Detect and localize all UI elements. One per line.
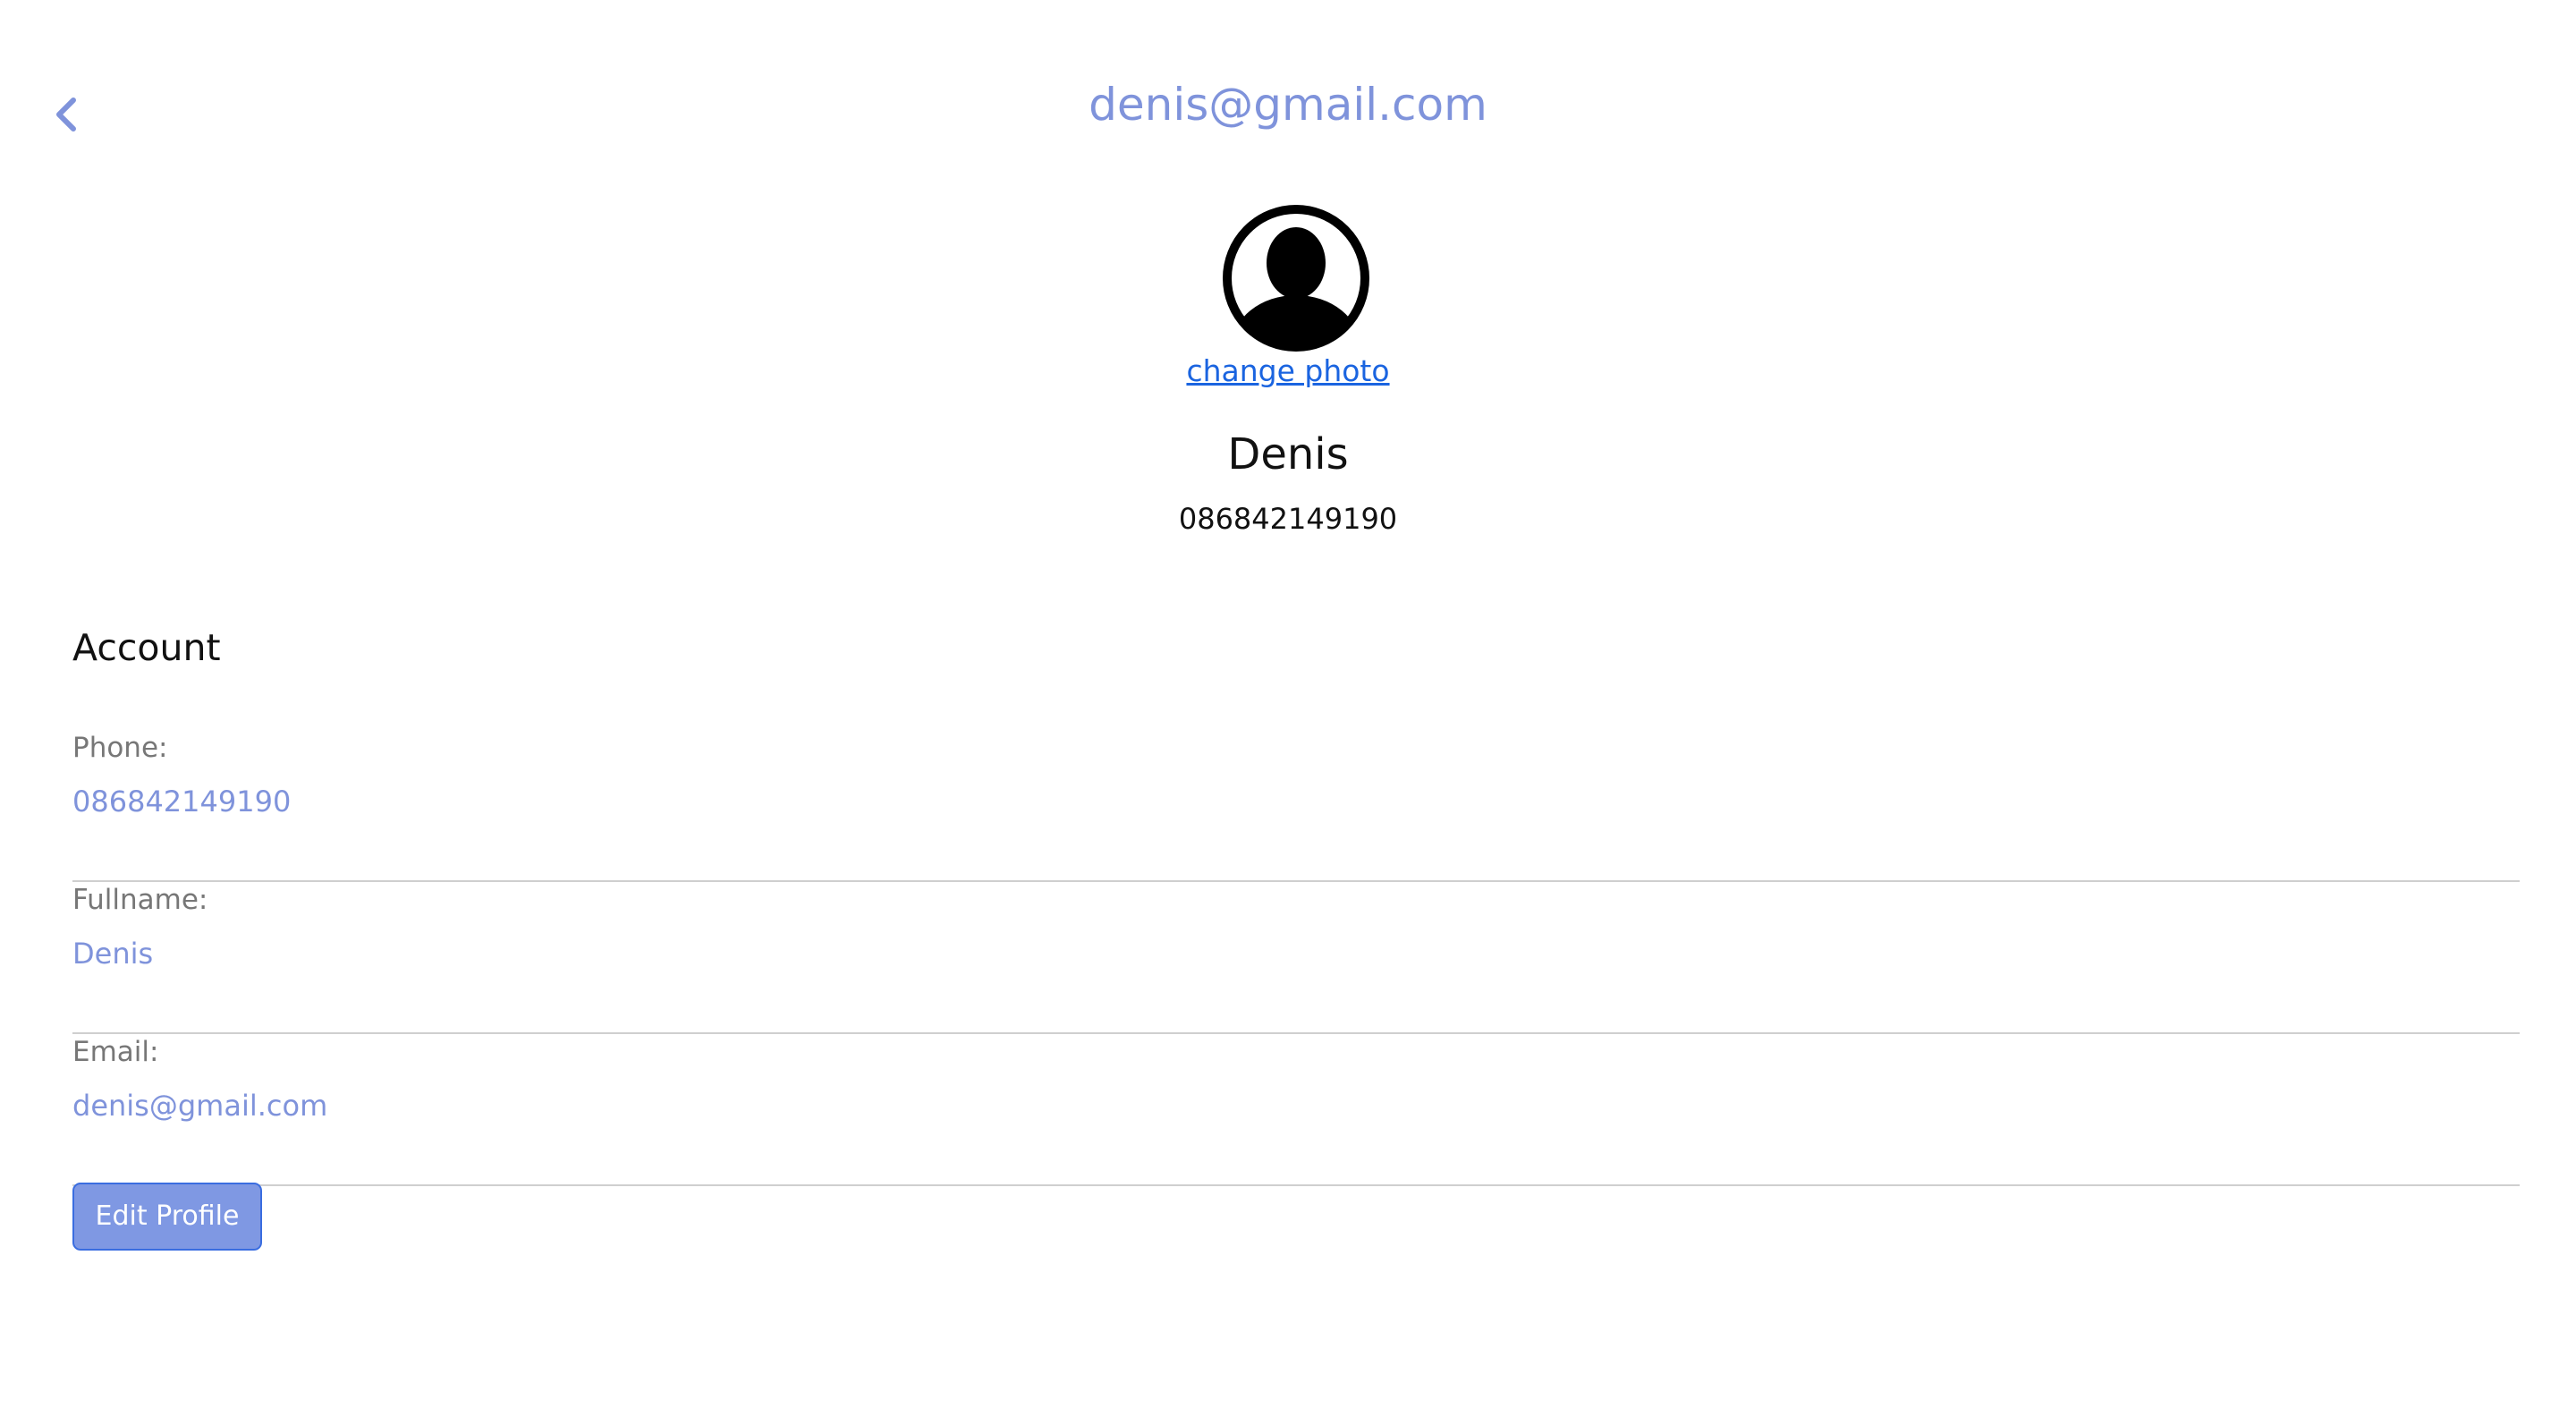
phone-label: Phone: [72, 732, 168, 764]
change-photo-link[interactable]: change photo [1186, 353, 1389, 388]
profile-page: denis@gmail.com change photo Denis 08684… [0, 0, 2576, 1408]
email-field: Email: denis@gmail.com [72, 1032, 2520, 1186]
email-label: Email: [72, 1036, 159, 1068]
page-title: denis@gmail.com [1089, 79, 1487, 131]
edit-profile-button[interactable]: Edit Profile [72, 1183, 262, 1251]
phone-field: Phone: 086842149190 [72, 728, 2520, 882]
profile-name: Denis [1227, 429, 1349, 479]
user-circle-icon [1223, 205, 1369, 352]
phone-value: 086842149190 [72, 785, 292, 819]
fullname-value: Denis [72, 937, 154, 971]
email-value: denis@gmail.com [72, 1089, 328, 1123]
avatar[interactable] [1220, 202, 1372, 354]
fullname-label: Fullname: [72, 884, 208, 916]
account-section-title: Account [72, 626, 221, 669]
profile-phone: 086842149190 [1178, 502, 1398, 536]
fullname-field: Fullname: Denis [72, 880, 2520, 1034]
